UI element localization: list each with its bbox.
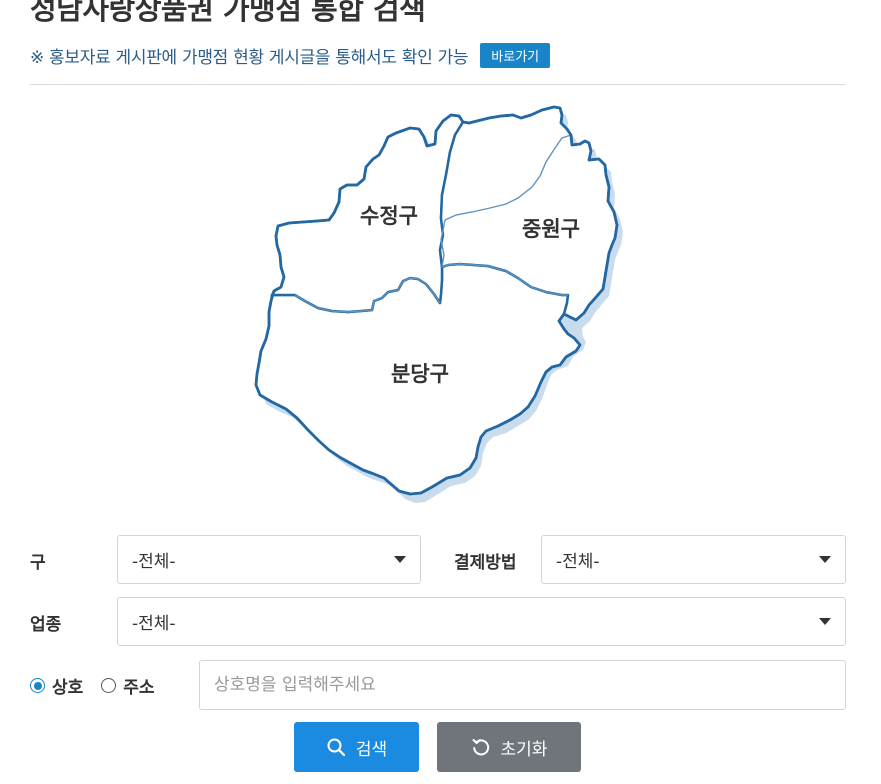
payment-label: 결제방법 — [454, 553, 517, 573]
notice-text: ※ 홍보자료 게시판에 가맹점 현황 게시글을 통해서도 확인 가능 — [30, 47, 469, 68]
chevron-down-icon — [394, 556, 406, 563]
category-select[interactable]: -전체- — [117, 597, 846, 646]
search-button-label: 검색 — [355, 739, 388, 760]
page-title: 성남사랑상품권 가맹점 통합 검색 — [30, 0, 426, 26]
radio-button-checked[interactable] — [30, 678, 45, 693]
district-label-sujeong[interactable]: 수정구 — [360, 204, 418, 228]
chevron-down-icon — [819, 618, 831, 625]
radio-button-unchecked[interactable] — [101, 678, 117, 693]
search-icon — [326, 737, 346, 757]
search-type-radio-group: 상호 주소 — [30, 673, 155, 698]
chevron-down-icon — [819, 556, 831, 563]
radio-address[interactable]: 주소 — [101, 673, 155, 698]
radio-name-label: 상호 — [52, 678, 84, 698]
category-label: 업종 — [30, 615, 62, 635]
district-map: 수정구 중원구 분당구 — [250, 100, 630, 510]
payment-select[interactable]: -전체- — [541, 535, 846, 584]
radio-address-label: 주소 — [123, 678, 155, 698]
search-button[interactable]: 검색 — [294, 722, 419, 772]
refresh-icon — [471, 737, 491, 757]
search-input[interactable] — [199, 660, 846, 710]
notice-row: ※ 홍보자료 게시판에 가맹점 현황 게시글을 통해서도 확인 가능 바로가기 — [30, 42, 551, 68]
category-select-value: -전체- — [132, 614, 176, 634]
gu-select-value: -전체- — [132, 552, 176, 572]
radio-name[interactable]: 상호 — [30, 673, 83, 698]
gu-select[interactable]: -전체- — [117, 535, 421, 584]
go-button[interactable]: 바로가기 — [480, 42, 551, 68]
district-label-jungwon[interactable]: 중원구 — [522, 217, 580, 241]
district-label-bundang[interactable]: 분당구 — [391, 362, 449, 386]
divider — [30, 84, 846, 85]
reset-button-label: 초기화 — [500, 739, 548, 760]
reset-button[interactable]: 초기화 — [437, 722, 581, 772]
gu-label: 구 — [30, 553, 46, 573]
payment-select-value: -전체- — [556, 552, 600, 572]
